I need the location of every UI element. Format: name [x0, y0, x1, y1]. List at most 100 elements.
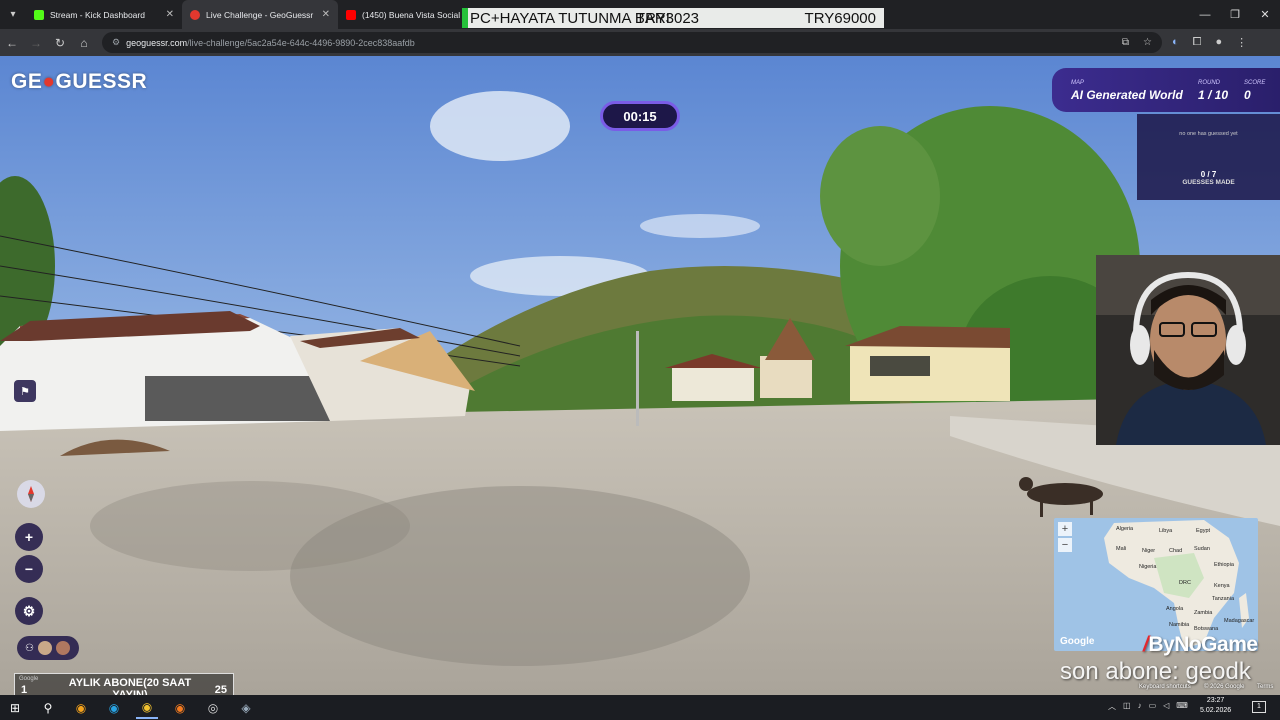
youtube-favicon-icon	[346, 9, 356, 20]
screen: ▾ Stream - Kick Dashboard ✕ Live Challen…	[0, 0, 1280, 720]
score-value: 0	[1244, 88, 1251, 102]
restore-icon[interactable]: ❐	[1220, 8, 1250, 21]
last-subscriber-overlay: son abone: geodk	[1060, 658, 1251, 685]
firefox-icon[interactable]: ◉	[169, 697, 191, 719]
keyboard-shortcuts-link[interactable]: Keyboard shortcuts	[1139, 684, 1191, 690]
guesses-panel: no one has guessed yet 0 / 7 GUESSES MAD…	[1137, 114, 1280, 200]
close-tab-icon[interactable]: ✕	[322, 9, 330, 20]
close-window-icon[interactable]: ✕	[1250, 8, 1280, 21]
back-icon[interactable]: ←	[0, 36, 24, 50]
zoom-out-button[interactable]: −	[15, 555, 43, 583]
obs-icon[interactable]: ◎	[202, 697, 224, 719]
minus-icon: −	[24, 561, 34, 577]
steam-icon[interactable]: ◈	[235, 697, 257, 719]
flag-button[interactable]: ⚑	[14, 380, 36, 402]
google-watermark: Google	[19, 676, 39, 682]
guesses-made-label: GUESSES MADE	[1182, 179, 1235, 186]
volume-icon[interactable]: ◁	[1163, 701, 1169, 712]
extension-icon[interactable]: ◐	[1172, 36, 1179, 49]
map-label-angola: Angola	[1166, 606, 1184, 612]
terms-link[interactable]: Terms	[1257, 684, 1273, 690]
map-label-drc: DRC	[1179, 580, 1191, 586]
google-map-logo: Google	[1060, 636, 1095, 647]
bynogame-logo: /ByNoGame	[1143, 633, 1258, 656]
tray-expand-icon[interactable]: ︿	[1108, 701, 1116, 712]
url-path: /live-challenge/5ac2a54e-644c-4496-9890-…	[187, 37, 415, 48]
tab-geoguessr[interactable]: Live Challenge - GeoGuessr ✕	[182, 0, 338, 29]
round-label: ROUND	[1198, 80, 1220, 86]
map-label-madagascar: Madagascar	[1224, 618, 1255, 624]
guess-count: 0 / 7	[1200, 170, 1217, 179]
install-app-icon[interactable]: ⧉	[1122, 37, 1129, 48]
geoguessr-logo[interactable]: GE●GUESSR	[11, 70, 147, 94]
home-icon[interactable]: ⌂	[72, 36, 96, 50]
map-label-tanzania: Tanzania	[1212, 596, 1235, 602]
donation-progress-fill	[462, 8, 468, 28]
taskbar-clock[interactable]: 23:27 5.02.2026	[1200, 696, 1231, 716]
map-label-botswana: Botswana	[1194, 626, 1219, 632]
guess-status-text: no one has guessed yet	[1179, 131, 1238, 137]
gear-icon: ⚙	[22, 602, 36, 619]
streamer-webcam	[1096, 255, 1280, 445]
reload-icon[interactable]: ↻	[48, 36, 72, 50]
settings-button[interactable]: ⚙	[15, 597, 43, 625]
chrome-icon[interactable]: ◉	[136, 697, 158, 719]
clock-date: 5.02.2026	[1200, 707, 1232, 714]
compass-button[interactable]	[17, 480, 45, 508]
map-label-niger: Niger	[1142, 548, 1156, 554]
map-label-nigeria: Nigeria	[1139, 564, 1157, 570]
compass-icon	[28, 486, 34, 502]
window-controls: — ❐ ✕	[1190, 0, 1280, 29]
app-icon[interactable]: ◉	[103, 697, 125, 719]
kick-favicon-icon	[34, 9, 44, 20]
round-timer: 00:15	[600, 101, 680, 131]
map-copyright: © 2026 Google	[1204, 684, 1245, 690]
plus-icon: +	[24, 529, 34, 545]
site-info-icon[interactable]: ⚙	[112, 37, 120, 48]
minimize-icon[interactable]: —	[1190, 9, 1220, 21]
start-icon[interactable]: ⊞	[4, 697, 26, 719]
players-button[interactable]: ⚇	[17, 636, 79, 660]
tab-kick-dashboard[interactable]: Stream - Kick Dashboard ✕	[26, 0, 182, 29]
windows-taskbar: ⊞ ⚲ ◉ ◉ ◉ ◉ ◎ ◈ ︿ ◫ ♪ ▭ ◁ ⌨ 23:27 5.02.2…	[0, 695, 1280, 720]
geoguessr-favicon-icon	[190, 9, 200, 20]
extensions-puzzle-icon[interactable]: ⧠	[1193, 36, 1202, 49]
webcam-image	[1096, 255, 1280, 445]
notification-center-button[interactable]: 1	[1252, 701, 1266, 713]
game-status-bar: MAP AI Generated World ROUND 1 / 10 SCOR…	[1052, 68, 1280, 112]
microphone-icon[interactable]: ♪	[1138, 701, 1142, 712]
map-label-namibia: Namibia	[1169, 622, 1190, 628]
location-pin-icon: ●	[42, 70, 56, 93]
app-icon[interactable]: ◉	[70, 697, 92, 719]
search-icon[interactable]: ⚲	[37, 697, 59, 719]
flag-icon: ⚑	[20, 385, 30, 398]
network-icon[interactable]: ◫	[1123, 701, 1131, 712]
forward-icon[interactable]: →	[24, 36, 48, 50]
map-label-mali: Mali	[1116, 546, 1127, 552]
map-label-chad: Chad	[1169, 548, 1183, 554]
round-value: 1 / 10	[1198, 88, 1229, 102]
url-host: geoguessr.com	[126, 37, 188, 48]
zoom-in-button[interactable]: +	[15, 523, 43, 551]
players-icon: ⚇	[25, 642, 34, 654]
donation-current-amount: TRY3023	[635, 9, 700, 27]
map-zoom-out-button[interactable]: −	[1058, 538, 1072, 552]
player-avatar	[37, 641, 52, 655]
map-zoom-in-button[interactable]: +	[1058, 522, 1072, 536]
language-icon[interactable]: ⌨	[1176, 701, 1188, 712]
guess-minimap[interactable]: Algeria Libya Egypt Mali Niger Chad Suda…	[1054, 518, 1258, 651]
url-field[interactable]: ⚙ geoguessr.com/live-challenge/5ac2a54e-…	[102, 32, 1162, 53]
map-label-egypt: Egypt	[1196, 528, 1211, 534]
battery-icon[interactable]: ▭	[1149, 701, 1157, 712]
map-label-ethiopia: Ethiopia	[1214, 562, 1234, 568]
bookmark-star-icon[interactable]: ☆	[1143, 37, 1152, 48]
tab-label: Live Challenge - GeoGuessr	[206, 9, 314, 20]
profile-avatar-icon[interactable]: ●	[1215, 36, 1222, 49]
map-label-algeria: Algeria	[1116, 526, 1134, 532]
tab-search-button[interactable]: ▾	[0, 0, 26, 29]
browser-menu-icon[interactable]: ⋮	[1236, 36, 1247, 49]
close-tab-icon[interactable]: ✕	[166, 9, 174, 20]
address-bar-row: ← → ↻ ⌂ ⚙ geoguessr.com/live-challenge/5…	[0, 29, 1280, 56]
map-label-kenya: Kenya	[1214, 583, 1230, 589]
map-label-libya: Libya	[1159, 528, 1173, 534]
